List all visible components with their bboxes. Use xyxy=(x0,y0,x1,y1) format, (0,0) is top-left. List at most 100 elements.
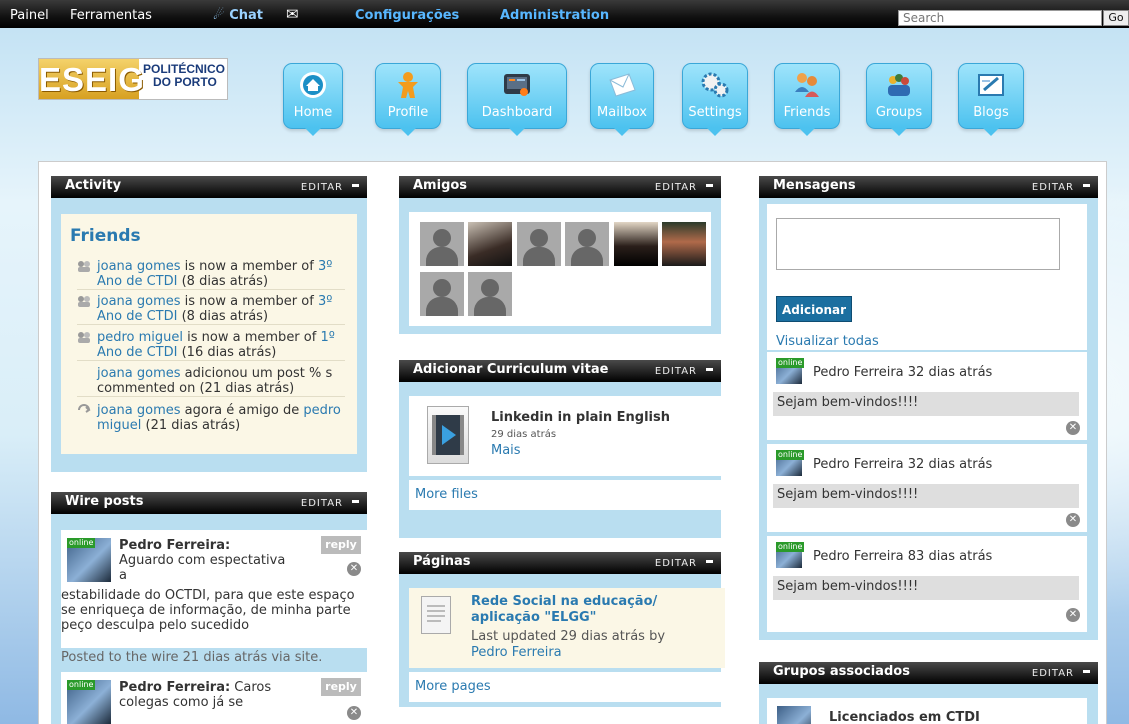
file-item: Linkedin in plain English 29 dias atrás … xyxy=(409,396,725,476)
friend-avatar[interactable] xyxy=(420,222,464,266)
wire-collapse-icon[interactable] xyxy=(352,500,359,503)
menu-painel[interactable]: Painel xyxy=(10,8,49,23)
nav-groups[interactable]: Groups xyxy=(866,63,932,136)
menu-chat[interactable]: ☄ Chat xyxy=(213,8,263,23)
grupos-edit-link[interactable]: EDITAR xyxy=(1032,664,1074,684)
page-author-link[interactable]: Pedro Ferreira xyxy=(471,645,562,660)
nav-dashboard[interactable]: Dashboard xyxy=(467,63,567,136)
wire-posts-title: Wire posts xyxy=(65,494,144,509)
reply-button[interactable]: reply xyxy=(321,678,361,696)
friend-avatar[interactable] xyxy=(468,222,512,266)
delete-message-icon[interactable]: ✕ xyxy=(1066,421,1080,435)
mensagens-header: Mensagens EDITAR xyxy=(759,176,1098,198)
nav-blogs-label: Blogs xyxy=(973,105,1009,120)
group-icon xyxy=(78,296,90,307)
mailbox-icon xyxy=(609,73,636,97)
mail-icon[interactable]: ✉ xyxy=(286,5,299,23)
dashboard-main-panel: Activity EDITAR Friends joana gomes is n… xyxy=(38,161,1107,724)
paginas-collapse-icon[interactable] xyxy=(706,560,713,563)
wire-author[interactable]: Pedro Ferreira: xyxy=(119,538,230,553)
menu-administration[interactable]: Administration xyxy=(500,8,609,23)
activity-user-link[interactable]: joana gomes xyxy=(97,294,181,309)
friend-avatar[interactable] xyxy=(468,272,512,316)
amigos-edit-link[interactable]: EDITAR xyxy=(655,178,697,198)
friend-avatar[interactable] xyxy=(420,272,464,316)
nav-friends-label: Friends xyxy=(783,105,831,120)
delete-message-icon[interactable]: ✕ xyxy=(1066,608,1080,622)
view-all-link[interactable]: Visualizar todas xyxy=(776,334,879,349)
activity-edit-link[interactable]: EDITAR xyxy=(301,178,343,198)
go-button[interactable]: Go xyxy=(1103,10,1129,26)
curriculum-collapse-icon[interactable] xyxy=(706,368,713,371)
online-badge: online xyxy=(776,450,805,460)
wire-author[interactable]: Pedro Ferreira: xyxy=(119,680,230,695)
mensagens-collapse-icon[interactable] xyxy=(1083,184,1090,187)
delete-message-icon[interactable]: ✕ xyxy=(1066,513,1080,527)
nav-settings[interactable]: Settings xyxy=(682,63,748,136)
delete-icon[interactable]: ✕ xyxy=(347,562,361,576)
activity-user-link[interactable]: pedro miguel xyxy=(97,330,183,345)
activity-collapse-icon[interactable] xyxy=(352,184,359,187)
friend-avatar[interactable] xyxy=(662,222,706,266)
message-card: online Pedro Ferreira 32 dias atrás Seja… xyxy=(767,352,1087,440)
more-files-link[interactable]: More files xyxy=(415,487,478,502)
friends-subtitle[interactable]: Friends xyxy=(70,226,141,246)
menu-ferramentas[interactable]: Ferramentas xyxy=(70,8,152,23)
eseig-logo[interactable]: ESEIG POLITÉCNICO DO PORTO xyxy=(38,58,228,100)
delete-icon[interactable]: ✕ xyxy=(347,706,361,720)
activity-widget-header: Activity EDITAR xyxy=(51,176,367,198)
activity-text: is now a member of xyxy=(183,330,321,345)
reply-button[interactable]: reply xyxy=(321,536,361,554)
amigos-collapse-icon[interactable] xyxy=(706,184,713,187)
file-title[interactable]: Linkedin in plain English xyxy=(491,410,670,425)
nav-blogs[interactable]: Blogs xyxy=(958,63,1024,136)
more-pages-row: More pages xyxy=(409,672,725,702)
avatar[interactable]: online xyxy=(67,680,111,724)
avatar[interactable]: online xyxy=(67,538,111,582)
mensagens-edit-link[interactable]: EDITAR xyxy=(1032,178,1074,198)
paginas-edit-link[interactable]: EDITAR xyxy=(655,554,697,574)
amigos-grid xyxy=(409,212,711,326)
friendship-icon xyxy=(78,404,91,413)
activity-user-link[interactable]: joana gomes xyxy=(97,366,181,381)
menu-configuracoes[interactable]: Configurações xyxy=(355,8,459,23)
logo-politecnico-text: POLITÉCNICO DO PORTO xyxy=(143,63,227,89)
nav-friends[interactable]: Friends xyxy=(774,63,840,136)
activity-user-link[interactable]: joana gomes xyxy=(97,403,181,418)
friend-avatar[interactable] xyxy=(517,222,561,266)
avatar[interactable]: online xyxy=(776,542,805,568)
friend-avatar[interactable] xyxy=(565,222,609,266)
message-textarea[interactable] xyxy=(776,218,1060,270)
video-file-icon[interactable] xyxy=(427,406,469,464)
grupos-collapse-icon[interactable] xyxy=(1083,670,1090,673)
nav-home[interactable]: Home xyxy=(283,63,343,136)
grupos-widget: Grupos associados EDITAR Licenciados em … xyxy=(759,662,1098,724)
page-title-link[interactable]: Rede Social na educação/ aplicação "ELGG… xyxy=(471,594,711,626)
nav-profile[interactable]: Profile xyxy=(375,63,441,136)
file-more-link[interactable]: Mais xyxy=(491,443,521,458)
amigos-widget: Amigos EDITAR xyxy=(399,176,721,334)
wire-edit-link[interactable]: EDITAR xyxy=(301,494,343,514)
online-badge: online xyxy=(776,358,805,368)
group-name[interactable]: Licenciados em CTDI xyxy=(829,710,980,724)
avatar[interactable]: online xyxy=(776,450,805,476)
wire-text-rest: estabilidade do OCTDI, para que este esp… xyxy=(61,588,355,633)
wire-post: online Pedro Ferreira: Aguardo com espec… xyxy=(61,530,367,648)
activity-item: joana gomes agora é amigo de pedro migue… xyxy=(77,403,345,433)
curriculum-edit-link[interactable]: EDITAR xyxy=(655,362,697,382)
chat-icon: ☄ xyxy=(213,8,225,23)
activity-user-link[interactable]: joana gomes xyxy=(97,259,181,274)
mensagens-title: Mensagens xyxy=(773,178,856,193)
avatar[interactable]: online xyxy=(776,358,805,384)
more-pages-link[interactable]: More pages xyxy=(415,679,491,694)
activity-text: agora é amigo de xyxy=(180,403,304,418)
adicionar-button[interactable]: Adicionar xyxy=(776,296,852,322)
search-input[interactable] xyxy=(898,10,1102,26)
group-avatar[interactable] xyxy=(777,706,811,724)
mensagens-widget: Mensagens EDITAR Adicionar Visualizar to… xyxy=(759,176,1098,640)
top-menu-bar: Painel Ferramentas ☄ Chat ✉ Configuraçõe… xyxy=(0,0,1129,28)
nav-mailbox[interactable]: Mailbox xyxy=(590,63,654,136)
curriculum-header: Adicionar Curriculum vitae EDITAR xyxy=(399,360,721,382)
friend-avatar[interactable] xyxy=(614,222,658,266)
page-icon[interactable] xyxy=(421,596,451,634)
